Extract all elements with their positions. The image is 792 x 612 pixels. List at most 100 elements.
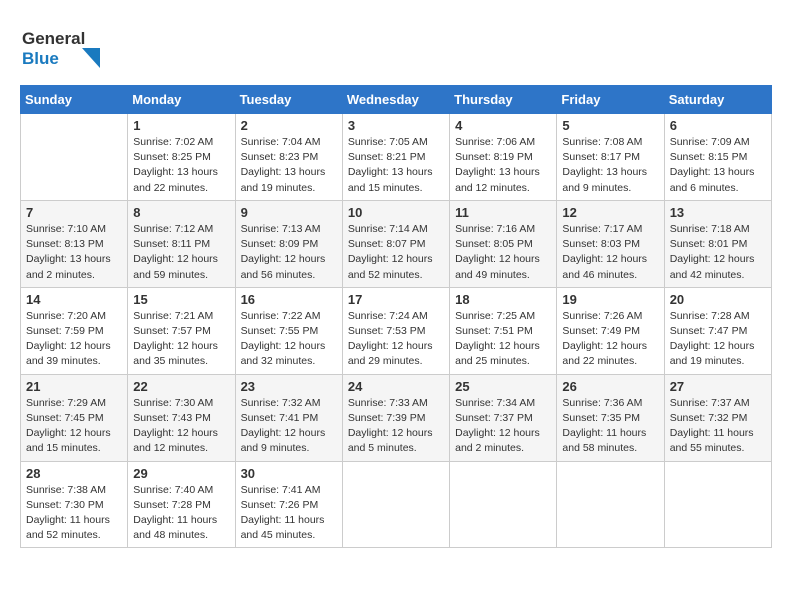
cell-content: Sunrise: 7:28 AMSunset: 7:47 PMDaylight:… (670, 309, 766, 370)
calendar-week-row: 1 Sunrise: 7:02 AMSunset: 8:25 PMDaylight… (21, 114, 772, 201)
calendar-cell: 25Sunrise: 7:34 AMSunset: 7:37 PMDayligh… (450, 374, 557, 461)
cell-content: Sunrise: 7:25 AMSunset: 7:51 PMDaylight:… (455, 309, 551, 370)
logo-image: General Blue (20, 20, 110, 75)
day-number: 4 (455, 118, 551, 133)
cell-content: Sunrise: 7:30 AMSunset: 7:43 PMDaylight:… (133, 396, 229, 457)
cell-content: Sunrise: 7:29 AMSunset: 7:45 PMDaylight:… (26, 396, 122, 457)
calendar-cell: 2 Sunrise: 7:04 AMSunset: 8:23 PMDaylight… (235, 114, 342, 201)
cell-content: Sunrise: 7:20 AMSunset: 7:59 PMDaylight:… (26, 309, 122, 370)
calendar-cell: 16Sunrise: 7:22 AMSunset: 7:55 PMDayligh… (235, 287, 342, 374)
calendar-cell: 12Sunrise: 7:17 AMSunset: 8:03 PMDayligh… (557, 200, 664, 287)
calendar-cell: 15 Sunrise: 7:21 AMSunset: 7:57 PMDayligh… (128, 287, 235, 374)
calendar-cell: 29 Sunrise: 7:40 AMSunset: 7:28 PMDayligh… (128, 461, 235, 548)
calendar-cell: 17 Sunrise: 7:24 AMSunset: 7:53 PMDayligh… (342, 287, 449, 374)
calendar-day-header: Friday (557, 86, 664, 114)
calendar-cell: 22 Sunrise: 7:30 AMSunset: 7:43 PMDayligh… (128, 374, 235, 461)
day-number: 3 (348, 118, 444, 133)
calendar-cell: 11 Sunrise: 7:16 AMSunset: 8:05 PMDayligh… (450, 200, 557, 287)
day-number: 1 (133, 118, 229, 133)
calendar-cell (557, 461, 664, 548)
calendar-cell: 7 Sunrise: 7:10 AMSunset: 8:13 PMDaylight… (21, 200, 128, 287)
calendar-week-row: 21 Sunrise: 7:29 AMSunset: 7:45 PMDayligh… (21, 374, 772, 461)
calendar-header-row: SundayMondayTuesdayWednesdayThursdayFrid… (21, 86, 772, 114)
page-header: General Blue (20, 20, 772, 75)
calendar-cell: 3 Sunrise: 7:05 AMSunset: 8:21 PMDaylight… (342, 114, 449, 201)
cell-content: Sunrise: 7:04 AMSunset: 8:23 PMDaylight:… (241, 135, 337, 196)
day-number: 5 (562, 118, 658, 133)
calendar-table: SundayMondayTuesdayWednesdayThursdayFrid… (20, 85, 772, 548)
day-number: 7 (26, 205, 122, 220)
day-number: 11 (455, 205, 551, 220)
calendar-cell: 13Sunrise: 7:18 AMSunset: 8:01 PMDayligh… (664, 200, 771, 287)
day-number: 18 (455, 292, 551, 307)
calendar-cell: 5 Sunrise: 7:08 AMSunset: 8:17 PMDaylight… (557, 114, 664, 201)
day-number: 8 (133, 205, 229, 220)
calendar-week-row: 28 Sunrise: 7:38 AMSunset: 7:30 PMDayligh… (21, 461, 772, 548)
cell-content: Sunrise: 7:06 AMSunset: 8:19 PMDaylight:… (455, 135, 551, 196)
day-number: 17 (348, 292, 444, 307)
cell-content: Sunrise: 7:12 AMSunset: 8:11 PMDaylight:… (133, 222, 229, 283)
calendar-cell: 10 Sunrise: 7:14 AMSunset: 8:07 PMDayligh… (342, 200, 449, 287)
calendar-day-header: Thursday (450, 86, 557, 114)
day-number: 22 (133, 379, 229, 394)
day-number: 10 (348, 205, 444, 220)
cell-content: Sunrise: 7:10 AMSunset: 8:13 PMDaylight:… (26, 222, 122, 283)
calendar-cell: 8 Sunrise: 7:12 AMSunset: 8:11 PMDaylight… (128, 200, 235, 287)
calendar-cell: 19Sunrise: 7:26 AMSunset: 7:49 PMDayligh… (557, 287, 664, 374)
calendar-week-row: 14 Sunrise: 7:20 AMSunset: 7:59 PMDayligh… (21, 287, 772, 374)
cell-content: Sunrise: 7:09 AMSunset: 8:15 PMDaylight:… (670, 135, 766, 196)
cell-content: Sunrise: 7:18 AMSunset: 8:01 PMDaylight:… (670, 222, 766, 283)
calendar-week-row: 7 Sunrise: 7:10 AMSunset: 8:13 PMDaylight… (21, 200, 772, 287)
cell-content: Sunrise: 7:14 AMSunset: 8:07 PMDaylight:… (348, 222, 444, 283)
cell-content: Sunrise: 7:24 AMSunset: 7:53 PMDaylight:… (348, 309, 444, 370)
calendar-cell: 28 Sunrise: 7:38 AMSunset: 7:30 PMDayligh… (21, 461, 128, 548)
calendar-cell: 4 Sunrise: 7:06 AMSunset: 8:19 PMDaylight… (450, 114, 557, 201)
day-number: 30 (241, 466, 337, 481)
cell-content: Sunrise: 7:21 AMSunset: 7:57 PMDaylight:… (133, 309, 229, 370)
cell-content: Sunrise: 7:32 AMSunset: 7:41 PMDaylight:… (241, 396, 337, 457)
calendar-cell (342, 461, 449, 548)
day-number: 28 (26, 466, 122, 481)
cell-content: Sunrise: 7:13 AMSunset: 8:09 PMDaylight:… (241, 222, 337, 283)
calendar-cell: 24 Sunrise: 7:33 AMSunset: 7:39 PMDayligh… (342, 374, 449, 461)
calendar-day-header: Monday (128, 86, 235, 114)
day-number: 15 (133, 292, 229, 307)
day-number: 20 (670, 292, 766, 307)
day-number: 12 (562, 205, 658, 220)
cell-content: Sunrise: 7:33 AMSunset: 7:39 PMDaylight:… (348, 396, 444, 457)
cell-content: Sunrise: 7:40 AMSunset: 7:28 PMDaylight:… (133, 483, 229, 544)
calendar-cell: 21 Sunrise: 7:29 AMSunset: 7:45 PMDayligh… (21, 374, 128, 461)
day-number: 2 (241, 118, 337, 133)
calendar-cell (450, 461, 557, 548)
day-number: 23 (241, 379, 337, 394)
day-number: 16 (241, 292, 337, 307)
calendar-day-header: Tuesday (235, 86, 342, 114)
calendar-cell: 1 Sunrise: 7:02 AMSunset: 8:25 PMDaylight… (128, 114, 235, 201)
day-number: 6 (670, 118, 766, 133)
calendar-day-header: Saturday (664, 86, 771, 114)
cell-content: Sunrise: 7:08 AMSunset: 8:17 PMDaylight:… (562, 135, 658, 196)
day-number: 24 (348, 379, 444, 394)
cell-content: Sunrise: 7:02 AMSunset: 8:25 PMDaylight:… (133, 135, 229, 196)
calendar-cell: 6 Sunrise: 7:09 AMSunset: 8:15 PMDaylight… (664, 114, 771, 201)
day-number: 27 (670, 379, 766, 394)
logo: General Blue (20, 20, 110, 75)
day-number: 14 (26, 292, 122, 307)
calendar-cell: 18 Sunrise: 7:25 AMSunset: 7:51 PMDayligh… (450, 287, 557, 374)
cell-content: Sunrise: 7:05 AMSunset: 8:21 PMDaylight:… (348, 135, 444, 196)
calendar-cell: 9 Sunrise: 7:13 AMSunset: 8:09 PMDaylight… (235, 200, 342, 287)
calendar-cell: 26Sunrise: 7:36 AMSunset: 7:35 PMDayligh… (557, 374, 664, 461)
day-number: 29 (133, 466, 229, 481)
svg-text:General: General (22, 29, 85, 48)
cell-content: Sunrise: 7:16 AMSunset: 8:05 PMDaylight:… (455, 222, 551, 283)
day-number: 9 (241, 205, 337, 220)
cell-content: Sunrise: 7:38 AMSunset: 7:30 PMDaylight:… (26, 483, 122, 544)
day-number: 19 (562, 292, 658, 307)
calendar-cell (664, 461, 771, 548)
day-number: 21 (26, 379, 122, 394)
calendar-cell (21, 114, 128, 201)
calendar-cell: 30Sunrise: 7:41 AMSunset: 7:26 PMDayligh… (235, 461, 342, 548)
cell-content: Sunrise: 7:36 AMSunset: 7:35 PMDaylight:… (562, 396, 658, 457)
cell-content: Sunrise: 7:37 AMSunset: 7:32 PMDaylight:… (670, 396, 766, 457)
calendar-cell: 23 Sunrise: 7:32 AMSunset: 7:41 PMDayligh… (235, 374, 342, 461)
